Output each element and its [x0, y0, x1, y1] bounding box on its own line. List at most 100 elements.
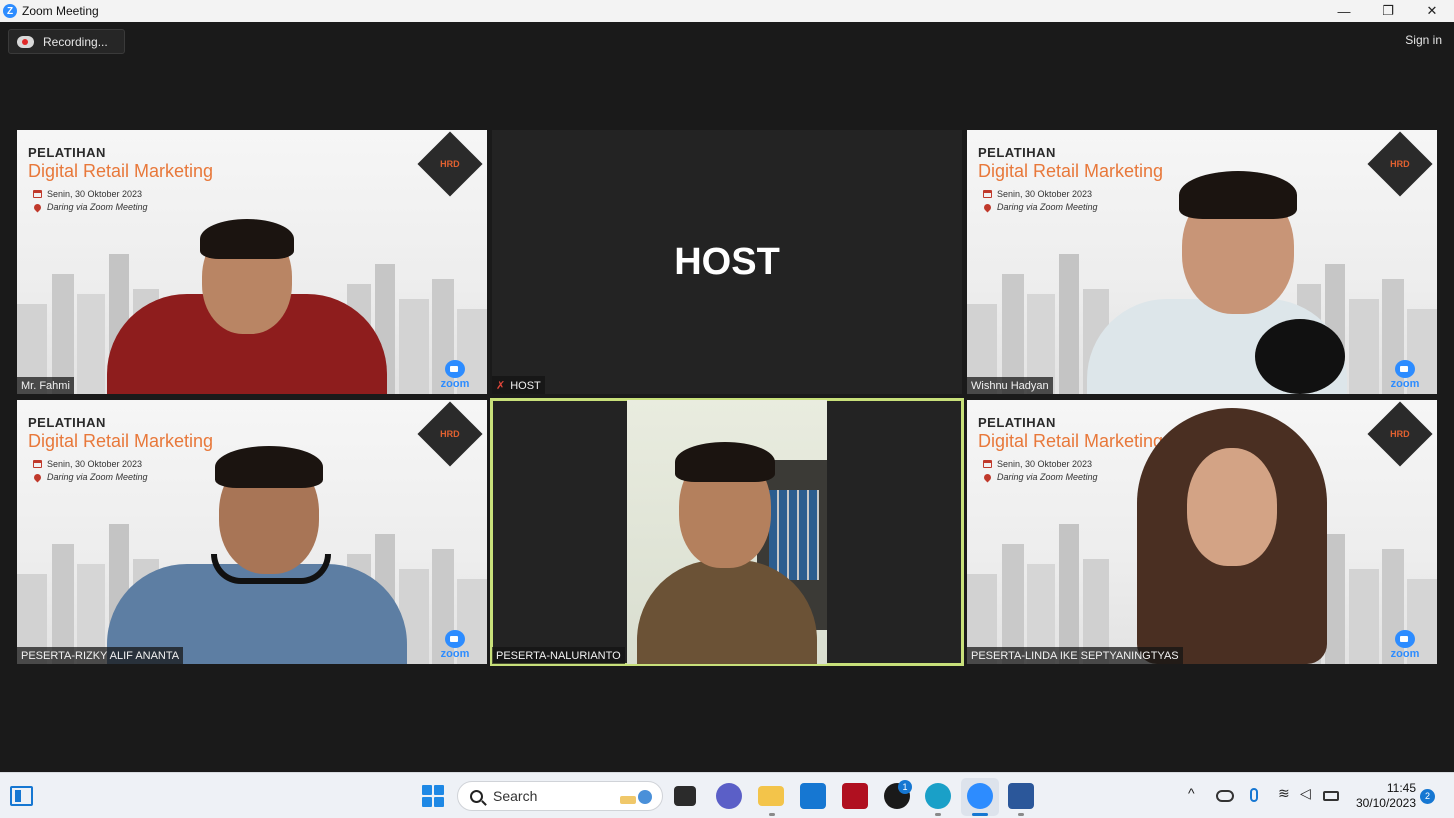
- restore-button[interactable]: ❐: [1366, 0, 1410, 22]
- recording-label: Recording...: [43, 34, 108, 49]
- participant-video: [1117, 408, 1367, 664]
- show-hidden-icons-chevron-icon[interactable]: ^: [1188, 785, 1195, 801]
- participant-name: Mr. Fahmi: [17, 377, 74, 394]
- location-pin-icon: [982, 202, 993, 212]
- hrd-logo-text: HRD: [440, 159, 460, 169]
- word-app-icon[interactable]: [1008, 783, 1034, 809]
- zoom-watermark: zoom: [1387, 360, 1423, 390]
- calendar-icon: [33, 190, 42, 198]
- file-explorer-icon[interactable]: [758, 786, 784, 806]
- microsoft-store-icon[interactable]: [800, 783, 826, 809]
- slide-date-text: Senin, 30 Oktober 2023: [997, 459, 1093, 469]
- edge-browser-icon[interactable]: [925, 783, 951, 809]
- participant-hair: [675, 442, 775, 482]
- microphone-muted-icon: ✗: [496, 380, 506, 392]
- zoom-camera-icon: [445, 630, 465, 648]
- video-tile-mr-fahmi[interactable]: PELATIHAN Digital Retail Marketing Senin…: [17, 130, 487, 394]
- zoom-word: zoom: [1390, 378, 1420, 390]
- zoom-camera-icon: [1395, 360, 1415, 378]
- edge-running-indicator: [935, 813, 941, 816]
- widgets-icon[interactable]: [10, 786, 33, 806]
- hrd-logo: HRD: [417, 401, 483, 467]
- task-view-icon[interactable]: [674, 786, 696, 806]
- recording-indicator[interactable]: Recording...: [8, 29, 125, 54]
- participant-video: [1087, 149, 1377, 394]
- file-explorer-running-indicator: [769, 813, 775, 816]
- zoom-watermark: zoom: [437, 360, 473, 390]
- taskbar-clock[interactable]: 11:45 30/10/2023: [1352, 781, 1416, 811]
- video-tile-linda-ike-septyaningtyas[interactable]: PELATIHAN Digital Retail Marketing Senin…: [967, 400, 1437, 664]
- participant-name: PESERTA-RIZKY ALIF ANANTA: [17, 647, 184, 664]
- calendar-icon: [33, 460, 42, 468]
- participant-name-host: ✗ HOST: [492, 376, 545, 394]
- participant-hair: [1179, 171, 1297, 219]
- notification-count-badge[interactable]: 2: [1420, 789, 1435, 804]
- word-running-indicator: [1018, 813, 1024, 816]
- location-pin-icon: [32, 472, 43, 482]
- location-pin-icon: [982, 472, 993, 482]
- battery-charging-icon[interactable]: [1323, 791, 1339, 801]
- slide-place-text: Daring via Zoom Meeting: [997, 202, 1098, 212]
- participant-video: [97, 174, 397, 394]
- participant-face: [1187, 448, 1277, 566]
- clock-date: 30/10/2023: [1355, 796, 1416, 810]
- calendar-icon: [983, 460, 992, 468]
- taskbar-search-box[interactable]: Search: [457, 781, 663, 811]
- xbox-notification-badge: 1: [898, 780, 912, 794]
- onedrive-offline-icon[interactable]: [1216, 790, 1234, 802]
- slide-kicker: PELATIHAN: [978, 415, 1056, 430]
- zoom-word: zoom: [1390, 648, 1420, 660]
- search-icon: [470, 789, 483, 803]
- hrd-logo: HRD: [1367, 131, 1433, 197]
- windows-start-icon[interactable]: [422, 785, 444, 807]
- participant-name: Wishnu Hadyan: [967, 377, 1053, 394]
- hrd-logo-text: HRD: [1390, 159, 1410, 169]
- video-tile-wishnu-hadyan[interactable]: PELATIHAN Digital Retail Marketing Senin…: [967, 130, 1437, 394]
- host-placeholder-name: HOST: [674, 240, 780, 283]
- hrd-logo-text: HRD: [1390, 429, 1410, 439]
- zoom-watermark: zoom: [437, 630, 473, 660]
- video-tile-nalurianto[interactable]: PESERTA-NALURIANTO: [490, 398, 964, 666]
- meeting-area: Recording... Sign in PELATIHAN Digital R…: [0, 22, 1454, 772]
- window-controls: — ❐ ✕: [1322, 0, 1454, 22]
- participant-name: PESERTA-LINDA IKE SEPTYANINGTYAS: [967, 647, 1183, 664]
- zoom-app-taskbar-icon[interactable]: [967, 783, 993, 809]
- zoom-watermark: zoom: [1387, 630, 1423, 660]
- windows-taskbar: Search 1 ^ ≋ ◁ 11:45 30/10/2023 2: [0, 772, 1454, 818]
- slide-place: Daring via Zoom Meeting: [982, 472, 1098, 482]
- zoom-app-icon: Z: [3, 4, 17, 18]
- search-label: Search: [493, 788, 538, 804]
- slide-kicker: PELATIHAN: [978, 145, 1056, 160]
- zoom-word: zoom: [440, 378, 470, 390]
- video-tile-host[interactable]: HOST ✗ HOST: [492, 130, 962, 394]
- slide-place: Daring via Zoom Meeting: [982, 202, 1098, 212]
- minimize-button[interactable]: —: [1322, 0, 1366, 22]
- slide-date-text: Senin, 30 Oktober 2023: [997, 189, 1093, 199]
- volume-icon[interactable]: ◁: [1300, 785, 1311, 802]
- calendar-icon: [983, 190, 992, 198]
- clock-time: 11:45: [1386, 781, 1416, 795]
- close-button[interactable]: ✕: [1410, 0, 1454, 22]
- participant-hair: [215, 446, 323, 488]
- microphone-in-use-icon[interactable]: [1250, 788, 1258, 802]
- participant-video: [107, 424, 427, 664]
- zoom-camera-icon: [445, 360, 465, 378]
- video-tile-rizky-alif-ananta[interactable]: PELATIHAN Digital Retail Marketing Senin…: [17, 400, 487, 664]
- zoom-active-indicator: [972, 813, 988, 816]
- participant-hair: [200, 219, 294, 259]
- teams-chat-icon[interactable]: [716, 783, 742, 809]
- title-bar: Z Zoom Meeting — ❐ ✕: [0, 0, 1454, 22]
- headphones-prop: [211, 554, 331, 584]
- location-pin-icon: [32, 202, 43, 212]
- slide-place-text: Daring via Zoom Meeting: [997, 472, 1098, 482]
- zoom-camera-icon: [1395, 630, 1415, 648]
- sign-in-link[interactable]: Sign in: [1405, 33, 1442, 47]
- window-title: Zoom Meeting: [22, 4, 99, 18]
- participant-camera-feed: [627, 400, 827, 664]
- hrd-logo-text: HRD: [440, 429, 460, 439]
- wifi-icon[interactable]: ≋: [1278, 785, 1290, 802]
- microphone-prop: [1255, 319, 1345, 394]
- slide-kicker: PELATIHAN: [28, 415, 106, 430]
- binders: [769, 490, 819, 580]
- red-app-icon[interactable]: [842, 783, 868, 809]
